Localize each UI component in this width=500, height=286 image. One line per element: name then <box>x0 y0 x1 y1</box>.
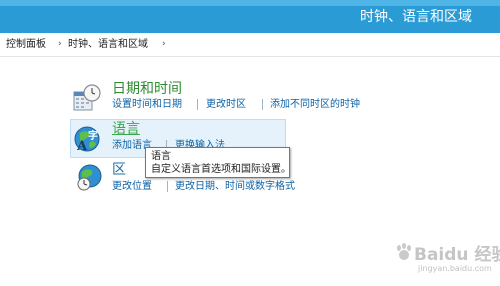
watermark-logo-text: Baidu 经验 <box>414 245 500 265</box>
window-title: 时钟、语言和区域 <box>360 9 472 25</box>
globe-language-icon: A 字 <box>74 126 100 154</box>
add-clocks-link[interactable]: 添加不同时区的时钟 <box>270 99 360 111</box>
region-category-title[interactable]: 区 <box>112 162 126 178</box>
titlebar-strip <box>0 0 500 6</box>
paw-logo-icon <box>397 243 411 260</box>
link-divider <box>167 181 168 192</box>
language-tooltip: 语言 自定义语言首选项和国际设置。 <box>145 147 291 178</box>
svg-text:A: A <box>76 139 88 154</box>
change-format-link[interactable]: 更改日期、时间或数字格式 <box>175 181 295 193</box>
chevron-right-icon[interactable]: › <box>58 38 62 50</box>
window-titlebar: 时钟、语言和区域 <box>0 0 500 33</box>
tooltip-title: 语言 <box>151 151 171 162</box>
change-timezone-link[interactable]: 更改时区 <box>206 99 246 111</box>
breadcrumb-clock-language-region[interactable]: 时钟、语言和区域 <box>68 39 148 51</box>
svg-text:字: 字 <box>88 129 98 142</box>
breadcrumb-control-panel[interactable]: 控制面板 <box>6 39 46 51</box>
link-divider <box>197 99 198 110</box>
language-category-title[interactable]: 语言 <box>112 121 140 137</box>
calendar-clock-icon <box>73 84 101 111</box>
change-location-link[interactable]: 更改位置 <box>112 181 152 193</box>
set-time-date-link[interactable]: 设置时间和日期 <box>112 99 182 111</box>
link-divider <box>262 99 263 110</box>
watermark-url: jingyan.baidu.com <box>418 264 492 273</box>
chevron-right-icon[interactable]: › <box>162 38 166 50</box>
globe-clock-icon <box>77 164 102 191</box>
datetime-category-title[interactable]: 日期和时间 <box>112 81 182 97</box>
baidu-watermark: Baidu 经验 jingyan.baidu.com <box>392 238 500 280</box>
address-bar: 控制面板 › 时钟、语言和区域 › <box>0 33 500 57</box>
tooltip-description: 自定义语言首选项和国际设置。 <box>151 164 291 175</box>
